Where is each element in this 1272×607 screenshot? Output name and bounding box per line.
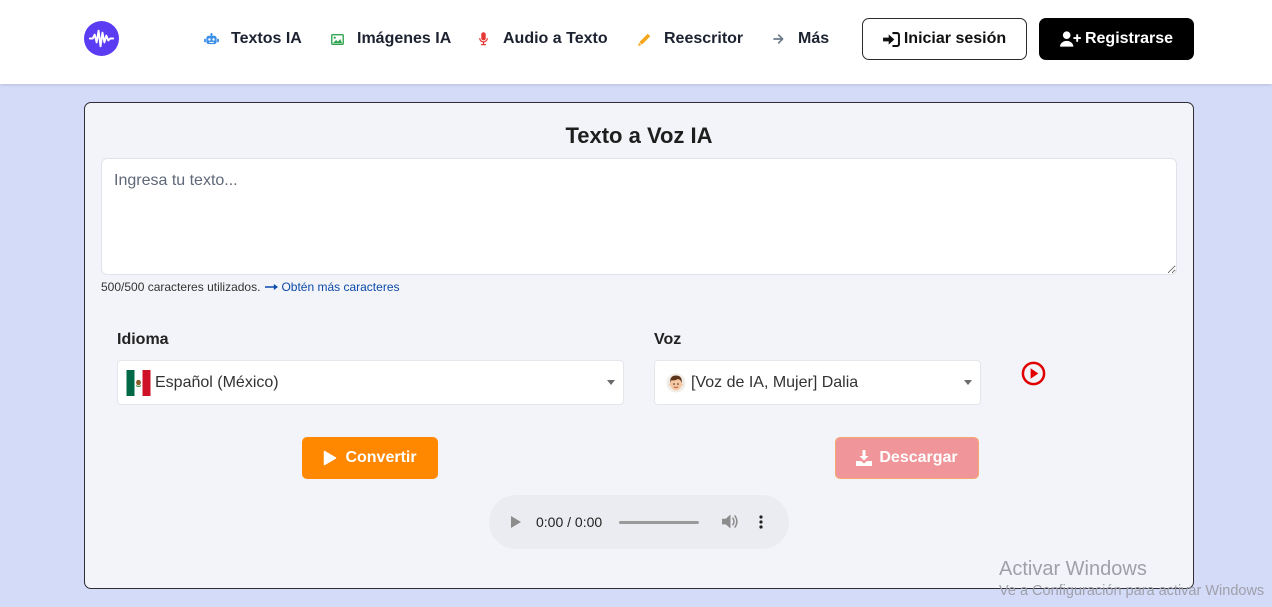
image-icon: [329, 31, 345, 47]
nav-item-mas[interactable]: Más: [770, 28, 829, 50]
nav-item-audio-a-texto[interactable]: Audio a Texto: [475, 28, 608, 50]
top-navbar: Textos IA Imágenes IA Audio a Texto Rees…: [0, 0, 1272, 84]
nav-label: Textos IA: [231, 30, 302, 47]
windows-activation-subtitle: Ve a Configuración para activar Windows: [999, 583, 1265, 599]
mexico-flag-icon: [126, 369, 151, 396]
text-input[interactable]: [101, 158, 1177, 275]
nav-label: Reescritor: [664, 30, 744, 47]
nav-label: Más: [798, 30, 830, 47]
long-arrow-right-icon: [265, 283, 279, 291]
convert-label: Convertir: [345, 449, 417, 466]
play-icon[interactable]: [511, 516, 521, 528]
nav-item-reescritor[interactable]: Reescritor: [636, 28, 743, 50]
text-to-speech-card: Texto a Voz IA 500/500 caracteres utiliz…: [84, 102, 1194, 589]
voice-selected-value: [Voz de IA, Mujer] Dalia: [691, 373, 859, 391]
volume-icon[interactable]: [722, 514, 739, 529]
character-count-text: 500/500 caracteres utilizados.: [101, 280, 261, 294]
voice-select[interactable]: [Voz de IA, Mujer] Dalia: [654, 360, 981, 405]
nav-label: Imágenes IA: [357, 30, 452, 47]
page: Textos IA Imágenes IA Audio a Texto Rees…: [0, 0, 1272, 607]
audio-progress-slider[interactable]: [619, 521, 699, 524]
sign-in-icon: [882, 31, 900, 47]
audio-player: 0:00 / 0:00: [489, 495, 789, 549]
register-button[interactable]: Registrarse: [1039, 18, 1194, 60]
more-characters-link[interactable]: Obtén más caracteres: [265, 280, 400, 294]
login-label: Iniciar sesión: [903, 30, 1007, 47]
audio-time: 0:00 / 0:00: [536, 514, 603, 530]
arrow-right-icon: [770, 31, 786, 47]
user-plus-icon: [1059, 31, 1081, 47]
nav-item-textos-ia[interactable]: Textos IA: [203, 28, 302, 50]
voice-preview-play-button[interactable]: [1020, 360, 1046, 386]
nav-label: Audio a Texto: [503, 30, 608, 47]
microphone-icon: [475, 31, 491, 47]
download-button[interactable]: Descargar: [835, 437, 979, 479]
windows-activation-title: Activar Windows: [999, 558, 1147, 580]
more-options-icon[interactable]: [759, 515, 763, 529]
language-select[interactable]: Español (México): [117, 360, 624, 405]
chevron-down-icon: [964, 380, 972, 385]
download-label: Descargar: [879, 449, 958, 466]
robot-icon: [203, 31, 219, 47]
more-characters-label: Obtén más caracteres: [281, 280, 400, 294]
language-selected-value: Español (México): [155, 373, 279, 391]
voice-avatar-icon: [666, 373, 686, 392]
play-circle-icon: [1021, 361, 1045, 385]
download-icon: [856, 450, 873, 466]
pencil-icon: [636, 31, 652, 47]
register-label: Registrarse: [1084, 30, 1174, 47]
chevron-down-icon: [607, 380, 615, 385]
character-counter: 500/500 caracteres utilizados. Obtén más…: [101, 280, 400, 294]
waveform-logo-icon[interactable]: [84, 21, 119, 56]
login-button[interactable]: Iniciar sesión: [862, 18, 1027, 60]
nav-item-imagenes-ia[interactable]: Imágenes IA: [329, 28, 451, 50]
page-title: Texto a Voz IA: [565, 123, 713, 148]
play-icon: [323, 450, 337, 466]
language-label: Idioma: [117, 331, 169, 348]
voice-label: Voz: [654, 331, 682, 348]
convert-button[interactable]: Convertir: [302, 437, 438, 479]
